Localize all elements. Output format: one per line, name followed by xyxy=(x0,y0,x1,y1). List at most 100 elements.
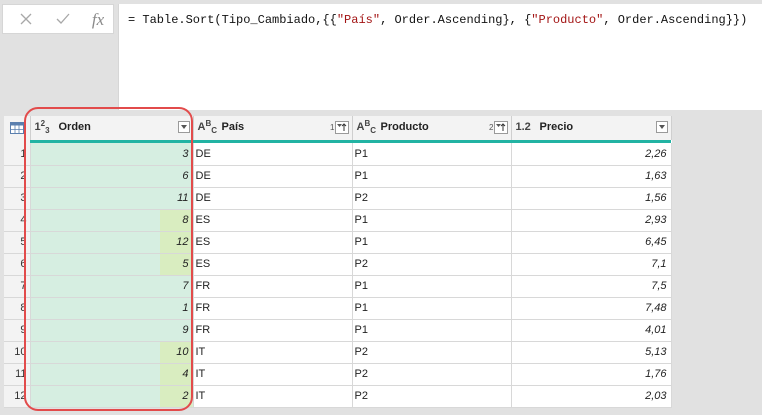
cell-orden[interactable]: 12 xyxy=(30,231,194,254)
cell-precio[interactable]: 7,1 xyxy=(511,253,672,276)
cell-producto[interactable]: P2 xyxy=(352,385,512,408)
cell-producto[interactable]: P1 xyxy=(352,209,512,232)
table-row[interactable]: 2 6 DE P1 1,63 xyxy=(4,165,672,188)
table-menu-icon[interactable] xyxy=(4,116,31,140)
cell-orden[interactable]: 10 xyxy=(30,341,194,364)
cell-orden[interactable]: 5 xyxy=(30,253,194,276)
decimal-type-icon[interactable]: 1.2 xyxy=(516,120,531,134)
table-row[interactable]: 4 8 ES P1 2,93 xyxy=(4,209,672,232)
column-name-pais: País xyxy=(221,121,245,133)
cell-pais[interactable]: DE xyxy=(193,187,353,210)
cell-precio[interactable]: 2,93 xyxy=(511,209,672,232)
cell-producto[interactable]: P2 xyxy=(352,341,512,364)
cell-producto[interactable]: P1 xyxy=(352,319,512,342)
filter-dropdown-icon[interactable] xyxy=(177,121,190,133)
cell-pais[interactable]: IT xyxy=(193,341,353,364)
cell-precio[interactable]: 6,45 xyxy=(511,231,672,254)
cell-orden[interactable]: 6 xyxy=(30,165,194,188)
sort-filter-icon[interactable] xyxy=(493,121,508,134)
column-header-producto[interactable]: ABC Producto 2 xyxy=(352,116,512,140)
table-row[interactable]: 1 3 DE P1 2,26 xyxy=(4,143,672,166)
cell-pais[interactable]: DE xyxy=(193,165,353,188)
table-row[interactable]: 12 2 IT P2 2,03 xyxy=(4,385,672,408)
formula-text-prefix: = Table.Sort(Tipo_Cambiado,{{ xyxy=(128,13,337,27)
cell-producto[interactable]: P1 xyxy=(352,143,512,166)
cell-pais[interactable]: ES xyxy=(193,209,353,232)
row-number[interactable]: 3 xyxy=(4,187,31,210)
formula-text-mid2: , Order.Ascending}}) xyxy=(603,13,748,27)
table-row[interactable]: 8 1 FR P1 7,48 xyxy=(4,297,672,320)
row-number[interactable]: 9 xyxy=(4,319,31,342)
cell-precio[interactable]: 7,5 xyxy=(511,275,672,298)
row-number[interactable]: 4 xyxy=(4,209,31,232)
column-name-precio: Precio xyxy=(539,121,574,133)
cell-precio[interactable]: 1,63 xyxy=(511,165,672,188)
column-header-pais[interactable]: ABC País 1 xyxy=(193,116,353,140)
row-number[interactable]: 1 xyxy=(4,143,31,166)
filter-dropdown-icon[interactable] xyxy=(655,121,668,133)
whole-number-type-icon[interactable]: 123 xyxy=(35,119,50,135)
cell-pais[interactable]: DE xyxy=(193,143,353,166)
table-row[interactable]: 10 10 IT P2 5,13 xyxy=(4,341,672,364)
formula-input[interactable]: = Table.Sort(Tipo_Cambiado,{{"País", Ord… xyxy=(118,4,762,110)
cell-precio[interactable]: 1,76 xyxy=(511,363,672,386)
cell-producto[interactable]: P1 xyxy=(352,165,512,188)
text-type-icon[interactable]: ABC xyxy=(198,119,218,135)
cell-producto[interactable]: P2 xyxy=(352,253,512,276)
table-row[interactable]: 3 11 DE P2 1,56 xyxy=(4,187,672,210)
row-number[interactable]: 8 xyxy=(4,297,31,320)
data-grid: 123 Orden ABC País 1 ABC Producto 2 1.2 … xyxy=(4,116,672,408)
cell-precio[interactable]: 1,56 xyxy=(511,187,672,210)
cell-precio[interactable]: 4,01 xyxy=(511,319,672,342)
fx-icon[interactable]: fx xyxy=(87,9,109,31)
cell-pais[interactable]: FR xyxy=(193,297,353,320)
cell-producto[interactable]: P1 xyxy=(352,231,512,254)
cell-orden[interactable]: 7 xyxy=(30,275,194,298)
cell-producto[interactable]: P1 xyxy=(352,297,512,320)
table-row[interactable]: 6 5 ES P2 7,1 xyxy=(4,253,672,276)
cell-orden[interactable]: 9 xyxy=(30,319,194,342)
formula-bar-buttons: fx xyxy=(2,4,114,34)
cell-pais[interactable]: FR xyxy=(193,275,353,298)
cell-precio[interactable]: 2,03 xyxy=(511,385,672,408)
header-accent-bar xyxy=(4,140,671,143)
table-row[interactable]: 7 7 FR P1 7,5 xyxy=(4,275,672,298)
cell-orden[interactable]: 2 xyxy=(30,385,194,408)
cancel-icon[interactable] xyxy=(15,9,37,31)
grid-body: 1 3 DE P1 2,26 2 6 DE P1 1,63 3 11 DE P2 1,56 4 8 ES P1 2,9… xyxy=(4,143,672,408)
cell-producto[interactable]: P2 xyxy=(352,363,512,386)
cell-orden[interactable]: 3 xyxy=(30,143,194,166)
cell-precio[interactable]: 5,13 xyxy=(511,341,672,364)
cell-precio[interactable]: 2,26 xyxy=(511,143,672,166)
table-row[interactable]: 9 9 FR P1 4,01 xyxy=(4,319,672,342)
cell-producto[interactable]: P1 xyxy=(352,275,512,298)
formula-text-mid1: , Order.Ascending}, { xyxy=(380,13,532,27)
row-number[interactable]: 7 xyxy=(4,275,31,298)
column-header-orden[interactable]: 123 Orden xyxy=(30,116,194,140)
row-number[interactable]: 5 xyxy=(4,231,31,254)
cell-orden[interactable]: 11 xyxy=(30,187,194,210)
cell-pais[interactable]: FR xyxy=(193,319,353,342)
cell-orden[interactable]: 1 xyxy=(30,297,194,320)
cell-precio[interactable]: 7,48 xyxy=(511,297,672,320)
formula-bar-area: fx = Table.Sort(Tipo_Cambiado,{{"País", … xyxy=(0,0,762,114)
row-number[interactable]: 10 xyxy=(4,341,31,364)
sort-filter-icon[interactable] xyxy=(334,121,349,134)
cell-orden[interactable]: 8 xyxy=(30,209,194,232)
cell-pais[interactable]: ES xyxy=(193,231,353,254)
confirm-icon[interactable] xyxy=(52,9,74,31)
cell-pais[interactable]: ES xyxy=(193,253,353,276)
row-number[interactable]: 12 xyxy=(4,385,31,408)
row-number[interactable]: 6 xyxy=(4,253,31,276)
column-header-precio[interactable]: 1.2 Precio xyxy=(511,116,672,140)
cell-pais[interactable]: IT xyxy=(193,385,353,408)
cell-orden[interactable]: 4 xyxy=(30,363,194,386)
table-row[interactable]: 11 4 IT P2 1,76 xyxy=(4,363,672,386)
row-number[interactable]: 2 xyxy=(4,165,31,188)
table-row[interactable]: 5 12 ES P1 6,45 xyxy=(4,231,672,254)
row-number[interactable]: 11 xyxy=(4,363,31,386)
text-type-icon[interactable]: ABC xyxy=(357,119,377,135)
column-name-orden: Orden xyxy=(58,121,91,133)
cell-producto[interactable]: P2 xyxy=(352,187,512,210)
cell-pais[interactable]: IT xyxy=(193,363,353,386)
